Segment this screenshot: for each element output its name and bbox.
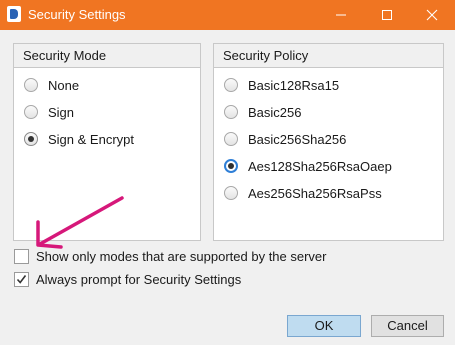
mode-sign-label: Sign [48,105,75,120]
always-prompt-checkbox[interactable] [14,272,29,287]
close-icon [426,9,438,21]
security-mode-header: Security Mode [14,44,200,68]
policy-basic128rsa15-radio[interactable] [224,78,238,92]
close-button[interactable] [409,0,455,30]
security-policy-group: Security Policy Basic128Rsa15 Basic256 B… [213,43,444,241]
policy-aes256sha256rsapss-label: Aes256Sha256RsaPss [248,186,382,201]
policy-basic128rsa15-label: Basic128Rsa15 [248,78,340,93]
cancel-button[interactable]: Cancel [371,315,444,337]
show-supported-only-checkbox[interactable] [14,249,29,264]
window-title: Security Settings [28,7,126,22]
annotation-arrow-icon [36,196,124,249]
policy-basic256sha256-radio[interactable] [224,132,238,146]
minimize-icon [336,14,346,16]
always-prompt-label: Always prompt for Security Settings [36,272,242,287]
policy-aes128sha256rsaoaep-radio[interactable] [224,159,238,173]
mode-sign-encrypt-label: Sign & Encrypt [48,132,134,147]
minimize-button[interactable] [318,0,364,30]
policy-aes256sha256rsapss-radio[interactable] [224,186,238,200]
mode-none-radio[interactable] [24,78,38,92]
security-policy-header: Security Policy [214,44,443,68]
maximize-icon [382,10,392,20]
ok-button[interactable]: OK [287,315,361,337]
checkmark-icon [16,275,27,284]
policy-basic256-radio[interactable] [224,105,238,119]
mode-sign-encrypt-radio[interactable] [24,132,38,146]
policy-basic256sha256-label: Basic256Sha256 [248,132,347,147]
mode-sign-radio[interactable] [24,105,38,119]
maximize-button[interactable] [364,0,410,30]
mode-none-label: None [48,78,80,93]
policy-aes128sha256rsaoaep-label: Aes128Sha256RsaOaep [248,159,392,174]
app-logo-icon [7,6,21,22]
policy-basic256-label: Basic256 [248,105,302,120]
title-bar[interactable]: Security Settings [0,0,455,30]
